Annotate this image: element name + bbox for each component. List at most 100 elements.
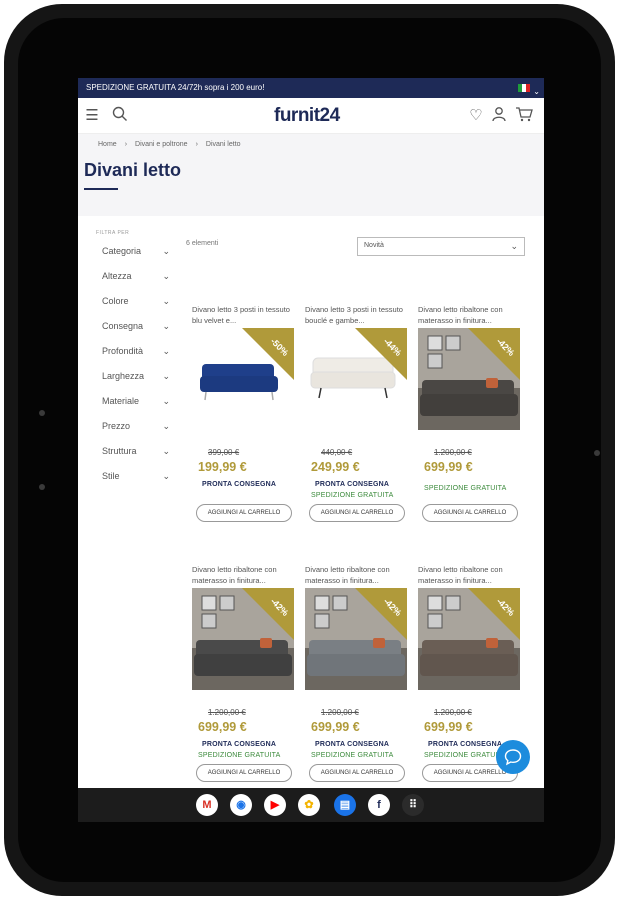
furnit24-app-icon[interactable]: f (368, 794, 390, 816)
old-price: 1.200,00 € (208, 708, 246, 717)
filter-heading: FILTRA PER (96, 230, 130, 236)
shipping-label: SPEDIZIONE GRATUITA (198, 752, 281, 759)
filter-stile[interactable]: Stile ⌄ (102, 471, 170, 485)
site-header: ☰ furnit24 ♡ (78, 98, 544, 134)
gmail-glyph: M (202, 799, 212, 811)
product-name[interactable]: Divano letto 3 posti in tessuto blu velv… (192, 304, 298, 326)
availability-label: PRONTA CONSEGNA (315, 481, 390, 488)
product-image[interactable]: -50% (192, 328, 294, 430)
product-image[interactable]: -44% (305, 328, 407, 430)
furnit24-glyph: f (377, 799, 381, 811)
product-image[interactable]: -42% (192, 588, 294, 690)
add-to-cart-button[interactable]: AGGIUNGI AL CARRELLO (309, 504, 405, 522)
site-logo[interactable]: furnit24 (274, 105, 340, 127)
price: 699,99 € (198, 720, 247, 734)
product-image[interactable]: -42% (305, 588, 407, 690)
product-name[interactable]: Divano letto 3 posti in tessuto bouclé e… (305, 304, 411, 326)
promo-bar: SPEDIZIONE GRATUITA 24/72h sopra i 200 e… (78, 78, 544, 98)
filter-colore[interactable]: Colore ⌄ (102, 296, 170, 310)
chevron-down-icon: ⌄ (162, 296, 170, 306)
chevron-down-icon: ⌄ (162, 246, 170, 256)
filter-profondita[interactable]: Profondità ⌄ (102, 346, 170, 360)
availability-label: PRONTA CONSEGNA (315, 741, 390, 748)
product-card[interactable]: Divano letto 3 posti in tessuto bouclé e… (303, 304, 411, 546)
filter-struttura[interactable]: Struttura ⌄ (102, 446, 170, 460)
messages-glyph: ▤ (339, 799, 351, 811)
filter-label: Consegna (102, 321, 144, 331)
chevron-down-icon: ⌄ (162, 271, 170, 281)
product-card[interactable]: Divano letto ribaltone con materasso in … (303, 564, 411, 806)
price: 199,99 € (198, 460, 247, 474)
filter-prezzo[interactable]: Prezzo ⌄ (102, 421, 170, 435)
browser-screen: SPEDIZIONE GRATUITA 24/72h sopra i 200 e… (78, 78, 544, 822)
filter-label: Altezza (102, 271, 132, 281)
chevron-down-icon: ⌄ (162, 396, 170, 406)
add-to-cart-button[interactable]: AGGIUNGI AL CARRELLO (196, 504, 292, 522)
cart-icon[interactable] (514, 106, 534, 126)
app-launcher-icon[interactable]: ⠿ (402, 794, 424, 816)
product-name[interactable]: Divano letto ribaltone con materasso in … (418, 304, 524, 326)
add-to-cart-button[interactable]: AGGIUNGI AL CARRELLO (422, 504, 518, 522)
breadcrumb-current: Divani letto (205, 141, 241, 148)
chrome-glyph: ◉ (236, 799, 246, 811)
shipping-label: SPEDIZIONE GRATUITA (311, 492, 394, 499)
price: 699,99 € (424, 460, 473, 474)
filter-label: Struttura (102, 446, 137, 456)
filter-larghezza[interactable]: Larghezza ⌄ (102, 371, 170, 385)
price: 699,99 € (424, 720, 473, 734)
filter-categoria[interactable]: Categoria ⌄ (102, 246, 170, 260)
filter-label: Categoria (102, 246, 142, 256)
search-icon[interactable] (110, 106, 130, 126)
messages-icon[interactable]: ▤ (334, 794, 356, 816)
italy-flag-icon[interactable] (518, 84, 530, 92)
old-price: 1.200,00 € (434, 708, 472, 717)
price: 699,99 € (311, 720, 360, 734)
product-name[interactable]: Divano letto ribaltone con materasso in … (418, 564, 524, 586)
chat-bubble-icon[interactable] (496, 740, 530, 774)
page-title: Divani letto (84, 160, 182, 180)
filter-label: Profondità (102, 346, 144, 356)
add-to-cart-button[interactable]: AGGIUNGI AL CARRELLO (309, 764, 405, 782)
chevron-down-icon: ⌄ (162, 371, 170, 381)
breadcrumb: Home › Divani e poltrone › Divani letto (98, 141, 241, 148)
chevron-down-icon: ⌄ (510, 241, 518, 251)
product-image[interactable]: -42% (418, 588, 520, 690)
old-price: 440,00 € (321, 448, 353, 457)
youtube-icon[interactable]: ▶ (264, 794, 286, 816)
filter-materiale[interactable]: Materiale ⌄ (102, 396, 170, 410)
heart-icon[interactable]: ♡ (466, 106, 486, 126)
chevron-down-icon: ⌄ (162, 471, 170, 481)
filter-altezza[interactable]: Altezza ⌄ (102, 271, 170, 285)
old-price: 1.200,00 € (321, 708, 359, 717)
product-card[interactable]: Divano letto ribaltone con materasso in … (190, 564, 298, 806)
chrome-icon[interactable]: ◉ (230, 794, 252, 816)
filter-label: Larghezza (102, 371, 145, 381)
breadcrumb-area: Home › Divani e poltrone › Divani letto … (78, 134, 544, 216)
gmail-icon[interactable]: M (196, 794, 218, 816)
price: 249,99 € (311, 460, 360, 474)
product-image[interactable]: -42% (418, 328, 520, 430)
filter-label: Stile (102, 471, 120, 481)
side-sensor (39, 484, 45, 490)
breadcrumb-home[interactable]: Home (98, 141, 117, 148)
user-icon[interactable] (489, 106, 509, 126)
filter-label: Materiale (102, 396, 140, 406)
availability-label: PRONTA CONSEGNA (428, 741, 503, 748)
add-to-cart-button[interactable]: AGGIUNGI AL CARRELLO (196, 764, 292, 782)
chevron-down-icon: ⌄ (162, 321, 170, 331)
title-underline (84, 188, 118, 190)
product-name[interactable]: Divano letto ribaltone con materasso in … (192, 564, 298, 586)
photos-icon[interactable]: ✿ (298, 794, 320, 816)
sort-select[interactable]: Novità ⌄ (357, 237, 525, 256)
youtube-glyph: ▶ (270, 799, 280, 811)
shipping-label: SPEDIZIONE GRATUITA (424, 485, 507, 492)
hamburger-menu-icon[interactable]: ☰ (82, 106, 102, 126)
product-name[interactable]: Divano letto ribaltone con materasso in … (305, 564, 411, 586)
breadcrumb-divani-poltrone[interactable]: Divani e poltrone (135, 141, 188, 148)
breadcrumb-separator: › (124, 141, 128, 148)
filter-consegna[interactable]: Consegna ⌄ (102, 321, 170, 335)
old-price: 399,00 € (208, 448, 240, 457)
product-card[interactable]: Divano letto 3 posti in tessuto blu velv… (190, 304, 298, 546)
product-card[interactable]: Divano letto ribaltone con materasso in … (416, 304, 524, 546)
os-taskbar: M ◉ ▶ ✿ ▤ f ⠿ (78, 788, 544, 822)
